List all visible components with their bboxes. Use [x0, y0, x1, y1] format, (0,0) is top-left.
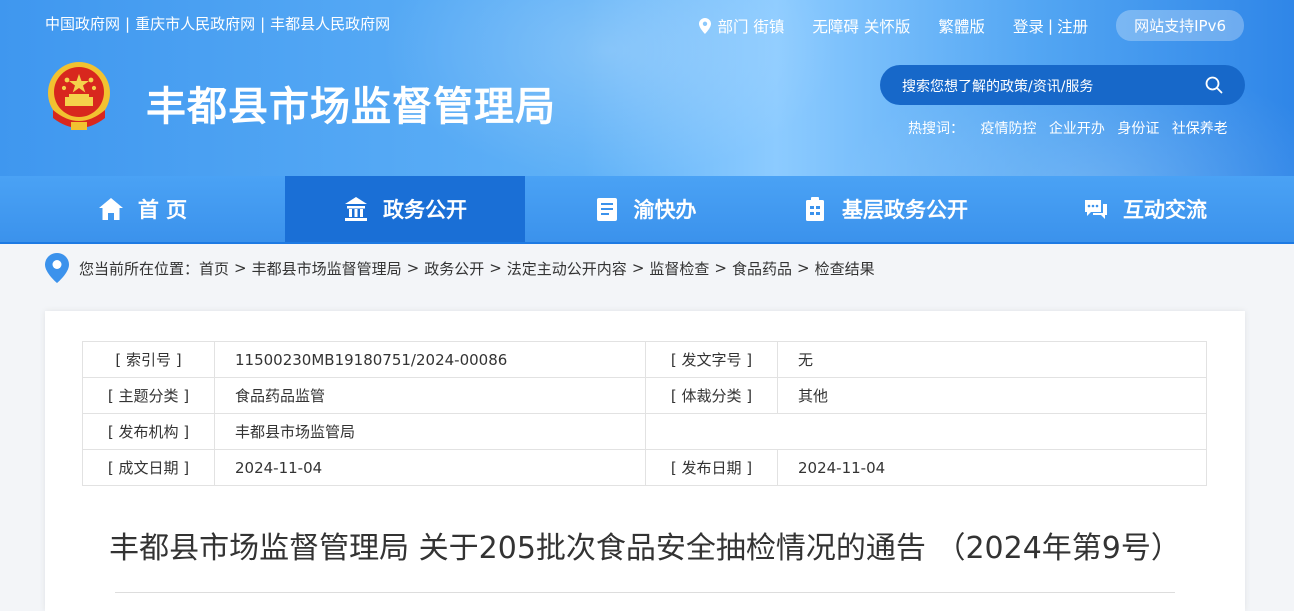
tab-yukuaiban[interactable]: 渝快办 [525, 176, 765, 242]
tab-home[interactable]: 首 页 [0, 176, 285, 242]
tab-label: 基层政务公开 [842, 198, 968, 222]
tab-label: 互动交流 [1123, 198, 1207, 222]
breadcrumb-item[interactable]: 首页 [199, 258, 229, 279]
site-header: 中国政府网 | 重庆市人民政府网 | 丰都县人民政府网 部门 街镇 无障碍 关怀版 繁體… [0, 0, 1294, 176]
table-row: [ 索引号 ] 11500230MB19180751/2024-00086 [ … [82, 341, 1207, 378]
breadcrumb-prefix: 您当前所在位置： [79, 259, 200, 278]
location-icon [45, 253, 69, 283]
national-emblem-icon [48, 62, 110, 130]
topic-value: 食品药品监管 [214, 377, 646, 414]
location-pin-icon [699, 17, 712, 34]
table-row: [ 成文日期 ] 2024-11-04 [ 发布日期 ] 2024-11-04 [82, 449, 1207, 486]
tab-label: 政务公开 [383, 198, 467, 222]
hot-search-term[interactable]: 社保养老 [1172, 121, 1228, 137]
created-date-label: [ 成文日期 ] [82, 449, 215, 486]
ipv6-badge: 网站支持IPv6 [1116, 10, 1244, 41]
register-link[interactable]: 注册 [1057, 15, 1088, 37]
main-nav: 首 页 政务公开 渝快办 基层政务公开 互动交流 [0, 176, 1294, 244]
breadcrumb-item[interactable]: 政务公开 [424, 258, 484, 279]
published-date-value: 2024-11-04 [777, 449, 1207, 486]
departments-label: 部门 街镇 [717, 17, 785, 36]
document-icon [596, 198, 617, 221]
document-metadata-table: [ 索引号 ] 11500230MB19180751/2024-00086 [ … [82, 341, 1207, 486]
site-title: 丰都县市场监督管理局 [146, 84, 556, 130]
government-icon [345, 197, 367, 221]
document-title: 丰都县市场监督管理局 关于205批次食品安全抽检情况的通告 （2024年第9号） [109, 531, 1181, 566]
tab-grassroots-affairs[interactable]: 基层政务公开 [765, 176, 1005, 242]
genre-label: [ 体裁分类 ] [645, 377, 778, 414]
topic-label: [ 主题分类 ] [82, 377, 215, 414]
breadcrumb-item[interactable]: 食品药品 [732, 258, 792, 279]
hot-search: 热搜词： 疫情防控 企业开办 身份证 社保养老 [908, 118, 1236, 138]
hot-search-term[interactable]: 企业开办 [1049, 121, 1105, 137]
traditional-chinese-link[interactable]: 繁體版 [938, 15, 985, 37]
login-link[interactable]: 登录 [1013, 15, 1044, 37]
chat-icon [1085, 200, 1107, 219]
breadcrumb: 您当前所在位置： 首页 > 丰都县市场监督管理局 > 政务公开 > 法定主动公开内容 >… [45, 253, 875, 283]
departments-link[interactable]: 部门 街镇 [699, 15, 784, 37]
hot-search-term[interactable]: 身份证 [1117, 121, 1159, 137]
link-gov-cn[interactable]: 中国政府网 [45, 15, 120, 33]
table-row: [ 发布机构 ] 丰都县市场监管局 [82, 413, 1207, 450]
index-no-value: 11500230MB19180751/2024-00086 [214, 341, 646, 378]
genre-value: 其他 [777, 377, 1207, 414]
top-links: 中国政府网 | 重庆市人民政府网 | 丰都县人民政府网 [45, 15, 391, 33]
breadcrumb-item[interactable]: 检查结果 [815, 258, 875, 279]
doc-no-value: 无 [777, 341, 1207, 378]
index-no-label: [ 索引号 ] [82, 341, 215, 378]
tab-label: 渝快办 [633, 198, 697, 222]
search-icon[interactable] [1205, 76, 1223, 94]
home-icon [98, 198, 123, 220]
tab-label: 首 页 [137, 198, 188, 222]
search-box[interactable]: 搜索您想了解的政策/资讯/服务 [880, 65, 1245, 105]
top-right-links: 部门 街镇 无障碍 关怀版 繁體版 登录 | 注册 网站支持IPv6 [699, 10, 1244, 41]
search-input[interactable]: 搜索您想了解的政策/资讯/服务 [902, 76, 1093, 96]
tab-government-affairs[interactable]: 政务公开 [285, 176, 525, 242]
breadcrumb-item[interactable]: 丰都县市场监督管理局 [252, 258, 402, 279]
link-fengdu-gov[interactable]: 丰都县人民政府网 [270, 15, 390, 33]
empty-cell [645, 413, 1207, 450]
divider [115, 592, 1175, 593]
hot-search-term[interactable]: 疫情防控 [980, 121, 1036, 137]
link-chongqing-gov[interactable]: 重庆市人民政府网 [135, 15, 255, 33]
accessibility-link[interactable]: 无障碍 关怀版 [812, 15, 910, 37]
published-date-label: [ 发布日期 ] [645, 449, 778, 486]
breadcrumb-item[interactable]: 监督检查 [649, 258, 709, 279]
publisher-value: 丰都县市场监管局 [214, 413, 646, 450]
content-card: [ 索引号 ] 11500230MB19180751/2024-00086 [ … [45, 311, 1245, 611]
publisher-label: [ 发布机构 ] [82, 413, 215, 450]
hot-search-label: 热搜词： [908, 121, 964, 137]
building-icon [806, 197, 824, 221]
table-row: [ 主题分类 ] 食品药品监管 [ 体裁分类 ] 其他 [82, 377, 1207, 414]
tab-interaction[interactable]: 互动交流 [1005, 176, 1285, 242]
breadcrumb-item[interactable]: 法定主动公开内容 [507, 258, 627, 279]
doc-no-label: [ 发文字号 ] [645, 341, 778, 378]
account-links: 登录 | 注册 [1012, 15, 1089, 37]
created-date-value: 2024-11-04 [214, 449, 646, 486]
